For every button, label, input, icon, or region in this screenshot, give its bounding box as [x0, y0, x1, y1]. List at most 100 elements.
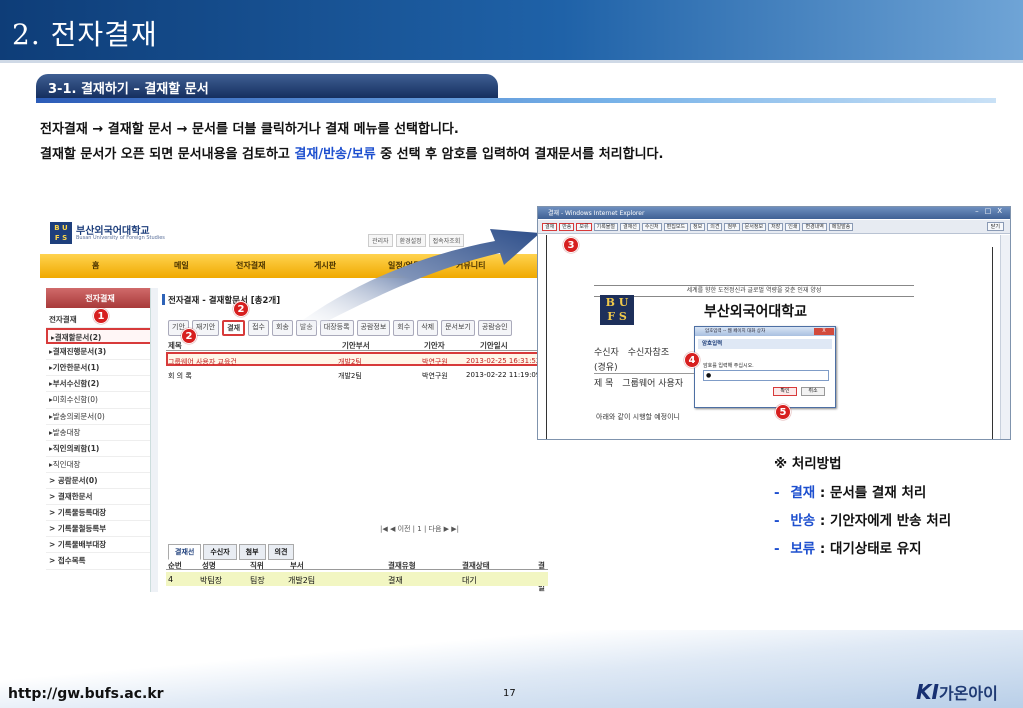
note-text: : 대기상태로 유지: [815, 541, 922, 557]
viewer-mail-button[interactable]: 메일발송: [828, 223, 854, 231]
left-menu: 전자결재 ▸결재할문서(2) ▸결재진행문서(3) ▸기안한문서(1) ▸부서수…: [46, 312, 156, 570]
lnb-item-records-dist[interactable]: > 기록물배부대장: [46, 537, 156, 554]
viewer-docinfo-button[interactable]: 문서정보: [741, 223, 767, 231]
lnb-scrollbar[interactable]: [150, 288, 158, 592]
password-input[interactable]: ●: [703, 370, 829, 381]
viewer-print-button[interactable]: 인쇄: [785, 223, 801, 231]
approval-viewer-screenshot: 결재 - Windows Internet Explorer –□X 결재 반송…: [537, 206, 1011, 440]
subject-label: 제 목: [594, 379, 614, 389]
doc-grid-header: 제목 기안부서 기안자 기안일시: [166, 338, 548, 351]
col-seq: 순번: [168, 561, 182, 570]
doc-motto: 세계를 향한 도전정신과 글로벌 역량을 갖춘 인재 양성: [594, 285, 914, 297]
table-row[interactable]: 그룹웨어 사용자 교육건 개발2팀 박연구원 2013-02-25 16:31:…: [166, 352, 548, 366]
dialog-prompt: 암호를 입력해 주십시오.: [703, 363, 754, 369]
note-return: - 반송 : 기안자에게 반송 처리: [774, 509, 951, 529]
viewer-approve-button[interactable]: 결재: [542, 223, 558, 231]
table-row[interactable]: 4 박팀장 팀장 개발2팀 결재 대기: [166, 572, 548, 586]
lnb-item-unretrieved[interactable]: ▸미회수신함(0): [46, 392, 156, 409]
col-position: 직위: [250, 561, 264, 570]
description-line-2: 결재할 문서가 오픈 되면 문서내용을 검토하고 결재/반송/보류 중 선택 후…: [40, 143, 663, 162]
lnb-item-seal-request[interactable]: ▸직인의뢰함(1): [46, 441, 156, 457]
col-title[interactable]: 제목: [168, 340, 182, 351]
note-dash: -: [774, 485, 780, 501]
dialog-ok-button[interactable]: 확인: [773, 387, 797, 396]
receive-button[interactable]: 접수: [248, 320, 269, 336]
gnb-mail[interactable]: 메일: [174, 260, 189, 271]
cell-position: 팀장: [250, 576, 265, 585]
processing-notes: ※ 처리방법 - 결재 : 문서를 결재 처리 - 반송 : 기안자에게 반송 …: [774, 452, 951, 565]
approve-button[interactable]: 결재: [222, 320, 246, 336]
slide-header: 2. 전자결재: [0, 0, 1023, 60]
cell-date: 2013-02-25 16:31:52: [466, 357, 541, 365]
step-badge-1: 1: [93, 308, 109, 324]
dialog-heading: 암호입력: [698, 339, 832, 349]
viewer-save-button[interactable]: 저장: [768, 223, 784, 231]
ie-titlebar: 결재 - Windows Internet Explorer –□X: [538, 207, 1010, 219]
lnb-item-records-file[interactable]: > 기록물철등록부: [46, 521, 156, 538]
viewer-hold-button[interactable]: 보류: [576, 223, 592, 231]
viewer-edit-mode-button[interactable]: 편집모드: [663, 223, 689, 231]
viewer-return-button[interactable]: 반송: [559, 223, 575, 231]
viewer-close-button[interactable]: 닫기: [986, 222, 1004, 231]
cell-dept: 개발2팀: [338, 358, 362, 366]
desc2-highlight: 결재/반송/보류: [294, 147, 376, 162]
bufs-logo-mark: B U F S: [50, 222, 72, 244]
lnb-item-send-request[interactable]: ▸발송의뢰문서(0): [46, 409, 156, 425]
note-hold: - 보류 : 대기상태로 유지: [774, 537, 951, 557]
col-date[interactable]: 기안일시: [480, 340, 508, 351]
lnb-item-receipts[interactable]: > 접수목록: [46, 553, 156, 570]
note-approve: - 결재 : 문서를 결재 처리: [774, 481, 951, 501]
note-key: 결재: [790, 485, 816, 501]
password-dialog: 암호입력 -- 웹 페이지 대화 상자 X 암호입력 암호를 입력해 주십시오.…: [694, 326, 836, 408]
viewer-scrollbar[interactable]: [1000, 235, 1010, 439]
flow-arrow-icon: [296, 229, 540, 333]
viewer-approval-line-button[interactable]: 결재선: [620, 223, 640, 231]
recipient-label: 수신자: [594, 348, 619, 358]
doc-recipient-row: 수신자 수신자참조: [594, 345, 694, 358]
viewer-opinion-button[interactable]: 의견: [707, 223, 723, 231]
lnb-item-approved[interactable]: > 결재한문서: [46, 489, 156, 506]
dialog-cancel-button[interactable]: 취소: [801, 387, 825, 396]
viewer-info-button[interactable]: 정보: [690, 223, 706, 231]
lnb-item-to-approve[interactable]: ▸결재할문서(2): [46, 328, 156, 345]
doc-university-name: 부산외국어대학교: [704, 304, 808, 320]
table-row[interactable]: 회 의 록 개발2팀 박연구원 2013-02-22 11:19:09: [166, 368, 548, 382]
lnb-item-shared[interactable]: > 공람문서(0): [46, 473, 156, 490]
dialog-titlebar: 암호입력 -- 웹 페이지 대화 상자 X: [695, 327, 835, 336]
lnb-item-records-register[interactable]: > 기록물등록대장: [46, 505, 156, 522]
viewer-records-button[interactable]: 기록물철: [593, 223, 619, 231]
col-type: 결재유형: [388, 561, 416, 570]
recipient-value: 수신자참조: [627, 348, 670, 358]
desc2-pre: 결재할 문서가 오픈 되면 문서내용을 검토하고: [40, 147, 295, 162]
slide-title: 2. 전자결재: [12, 18, 158, 51]
lnb-item-send-ledger[interactable]: ▸발송대장: [46, 425, 156, 441]
gnb-home[interactable]: 홈: [92, 260, 99, 271]
lnb-item-in-progress[interactable]: ▸결재진행문서(3): [46, 344, 156, 361]
brand-mark: KI: [916, 680, 939, 704]
cell-name: 박팀장: [200, 576, 223, 585]
lnb-item-dept-inbox[interactable]: ▸부서수신함(2): [46, 376, 156, 393]
col-author[interactable]: 기안자: [424, 340, 445, 351]
cell-type: 결재: [388, 576, 403, 585]
page-number: 17: [503, 688, 516, 699]
viewer-buttons: 결재 반송 보류 기록물철 결재선 수신처 편집모드 정보 의견 첨부 문서정보…: [542, 223, 854, 231]
footer-url[interactable]: http://gw.bufs.ac.kr: [8, 686, 164, 702]
pagination[interactable]: |◀ ◀ 이전 | 1 | 다음 ▶ ▶|: [380, 524, 459, 534]
viewer-recipients-button[interactable]: 수신처: [641, 223, 662, 231]
viewer-attach-button[interactable]: 첨부: [724, 223, 740, 231]
lnb-item-seal-ledger[interactable]: ▸직인대장: [46, 457, 156, 473]
viewer-history-button[interactable]: 변경내역: [802, 223, 827, 231]
cell-dept: 개발2팀: [288, 576, 316, 585]
doc-left-border: [546, 235, 547, 439]
dialog-close-icon[interactable]: X: [814, 328, 834, 335]
cell-date: 2013-02-22 11:19:09: [466, 371, 541, 379]
col-name: 성명: [202, 561, 216, 570]
lnb-header: 전자결재: [46, 288, 154, 308]
desc2-post: 중 선택 후 암호를 입력하여 결재문서를 처리합니다.: [375, 147, 664, 162]
gnb-approval[interactable]: 전자결재: [236, 260, 265, 271]
cell-title: 그룹웨어 사용자 교육건: [168, 358, 237, 366]
col-dept[interactable]: 기안부서: [342, 340, 370, 351]
lnb-item-drafted[interactable]: ▸기안한문서(1): [46, 360, 156, 377]
note-text: : 문서를 결재 처리: [815, 485, 927, 501]
window-controls-icon[interactable]: –□X: [975, 207, 1008, 215]
